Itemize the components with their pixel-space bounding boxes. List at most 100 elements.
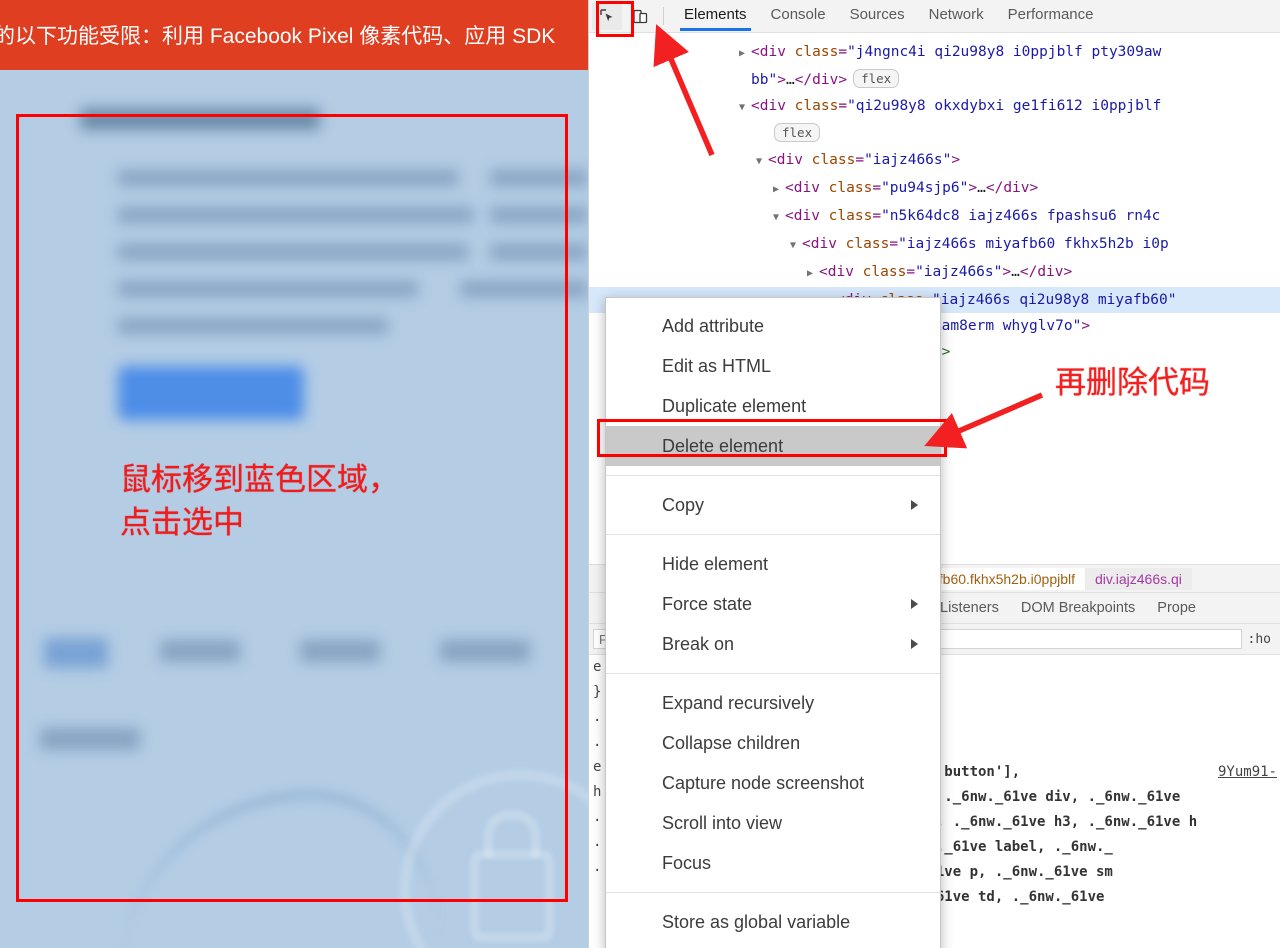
tab-network[interactable]: Network [917, 2, 996, 31]
dom-node[interactable]: flex [589, 121, 1280, 147]
dom-token: class [853, 264, 907, 280]
menu-item-duplicate-element[interactable]: Duplicate element [606, 386, 940, 426]
menu-item-force-state[interactable]: Force state [606, 584, 940, 624]
device-toolbar-icon[interactable] [625, 2, 655, 30]
menu-item-break-on[interactable]: Break on [606, 624, 940, 664]
tab-console[interactable]: Console [759, 2, 838, 31]
tab-sources[interactable]: Sources [838, 2, 917, 31]
dom-token: > [1063, 264, 1073, 280]
css-selector[interactable]: ._61ve td, ._6nw._61ve [919, 889, 1104, 905]
menu-item-label: Store as global variable [662, 912, 851, 932]
blurred-text-line [118, 170, 458, 186]
dom-token: < [751, 44, 760, 60]
blurred-text-line [118, 318, 388, 334]
css-selector[interactable]: d, ._6nw._61ve div, ._6nw._61ve [919, 789, 1180, 805]
dom-node[interactable]: bb">…</div> flex [589, 67, 1280, 93]
dom-token: … [1011, 264, 1020, 280]
submenu-arrow-icon [911, 500, 918, 510]
blurred-section-title [40, 728, 140, 750]
dom-token: </ [794, 72, 813, 88]
dom-token: > [777, 72, 786, 88]
css-selector[interactable]: _61ve p, ._6nw._61ve sm [919, 864, 1113, 880]
dom-node[interactable]: ▶ <div class="pu94sjp6">…</div> [589, 175, 1280, 203]
dom-token: = [889, 236, 899, 252]
menu-item-label: Duplicate element [662, 396, 807, 416]
tab-elements[interactable]: Elements [672, 2, 759, 31]
blurred-tab[interactable] [44, 638, 108, 668]
dom-node[interactable]: ▼ <div class="qi2u98y8 okxdybxi ge1fi612 … [589, 93, 1280, 121]
css-selector[interactable]: h2, ._6nw._61ve h3, ._6nw._61ve h [919, 814, 1197, 830]
dom-token: < [785, 180, 794, 196]
disclosure-triangle-icon[interactable]: ▶ [807, 261, 819, 287]
dom-token: div [810, 236, 837, 252]
dom-token: "iajz466s" [915, 264, 1003, 280]
blurred-tab[interactable] [440, 640, 530, 662]
menu-item-label: Copy [662, 495, 705, 515]
blurred-text-line [118, 244, 468, 260]
menu-item-collapse-children[interactable]: Collapse children [606, 723, 940, 763]
page-annotation-line2: 点击选中 [120, 505, 244, 540]
disclosure-triangle-icon[interactable]: ▼ [739, 95, 751, 121]
dom-token: > [838, 72, 848, 88]
menu-item-copy[interactable]: Copy [606, 485, 940, 525]
dom-token: > [968, 180, 978, 196]
menu-item-add-attribute[interactable]: Add attribute [606, 306, 940, 346]
blurred-tab[interactable] [300, 640, 380, 662]
disclosure-triangle-icon[interactable]: ▶ [739, 41, 751, 67]
flex-badge[interactable]: flex [774, 123, 821, 142]
web-page-pane: 的以下功能受限：利用 Facebook Pixel 像素代码、应用 SDK 鼠标… [0, 0, 588, 948]
page-annotation-text: 鼠标移到蓝色区域， 点击选中 [120, 458, 399, 544]
dom-token: div [1037, 264, 1064, 280]
blurred-text-line [460, 281, 588, 297]
menu-item-label: Hide element [662, 554, 769, 574]
dom-token: "pu94sjp6" [881, 180, 969, 196]
sidebar-tab-dom-breakpoints[interactable]: DOM Breakpoints [1010, 598, 1146, 618]
sidebar-tab-prope[interactable]: Prope [1146, 598, 1207, 618]
dom-token: > [1081, 318, 1091, 334]
disclosure-triangle-icon[interactable]: ▼ [756, 149, 768, 175]
sidebar-tab-listeners[interactable]: Listeners [929, 598, 1010, 618]
menu-separator [606, 673, 940, 674]
disclosure-triangle-icon[interactable]: ▼ [773, 205, 785, 231]
hov-button[interactable]: :ho [1242, 630, 1277, 649]
disclosure-triangle-icon[interactable]: ▶ [773, 177, 785, 203]
dom-token: > [951, 152, 961, 168]
disclosure-triangle-icon[interactable]: ▼ [790, 233, 802, 259]
menu-item-expand-recursively[interactable]: Expand recursively [606, 683, 940, 723]
menu-item-focus[interactable]: Focus [606, 843, 940, 883]
dom-node[interactable]: ▼ <div class="n5k64dc8 iajz466s fpashsu6 … [589, 203, 1280, 231]
dom-token: class [785, 44, 839, 60]
submenu-arrow-icon [911, 639, 918, 649]
css-selector[interactable]: nw._61ve label, ._6nw._ [919, 839, 1113, 855]
dom-token: class [819, 208, 873, 224]
menu-separator [606, 475, 940, 476]
dom-token: div [1003, 180, 1030, 196]
dom-node[interactable]: ▶ <div class="j4ngnc4i qi2u98y8 i0ppjblf … [589, 39, 1280, 67]
css-fragment: . [593, 709, 602, 725]
dom-node[interactable]: ▶ <div class="iajz466s">…</div> [589, 259, 1280, 287]
breadcrumb-item[interactable]: div.iajz466s.qi [1085, 567, 1192, 590]
dom-token: div [793, 180, 820, 196]
menu-item-hide-element[interactable]: Hide element [606, 544, 940, 584]
menu-item-label: Edit as HTML [662, 356, 772, 376]
dom-node[interactable]: ▼ <div class="iajz466s"> [589, 147, 1280, 175]
blurred-tab[interactable] [160, 640, 240, 662]
blurred-primary-button[interactable] [118, 366, 304, 420]
tab-performance[interactable]: Performance [996, 2, 1106, 31]
flex-badge[interactable]: flex [853, 69, 900, 88]
menu-item-store-as-global-variable[interactable]: Store as global variable [606, 902, 940, 942]
inspect-element-icon[interactable] [592, 2, 622, 30]
menu-item-capture-node-screenshot[interactable]: Capture node screenshot [606, 763, 940, 803]
menu-item-delete-element[interactable]: Delete element [606, 426, 940, 466]
dom-context-menu[interactable]: Add attribute Edit as HTML Duplicate eleme… [605, 297, 941, 948]
facebook-restriction-banner: 的以下功能受限：利用 Facebook Pixel 像素代码、应用 SDK [0, 0, 588, 70]
menu-item-edit-as-html[interactable]: Edit as HTML [606, 346, 940, 386]
dom-token: div [793, 208, 820, 224]
menu-separator [606, 892, 940, 893]
menu-item-scroll-into-view[interactable]: Scroll into view [606, 803, 940, 843]
blurred-text-line [118, 281, 418, 297]
dom-node[interactable]: ▼ <div class="iajz466s miyafb60 fkhx5h2b … [589, 231, 1280, 259]
dom-token: div [759, 98, 786, 114]
breadcrumb-item[interactable]: afb60.fkhx5h2b.i0ppjblf [921, 567, 1085, 590]
css-source-link[interactable]: 9Yum91- [1218, 760, 1277, 785]
